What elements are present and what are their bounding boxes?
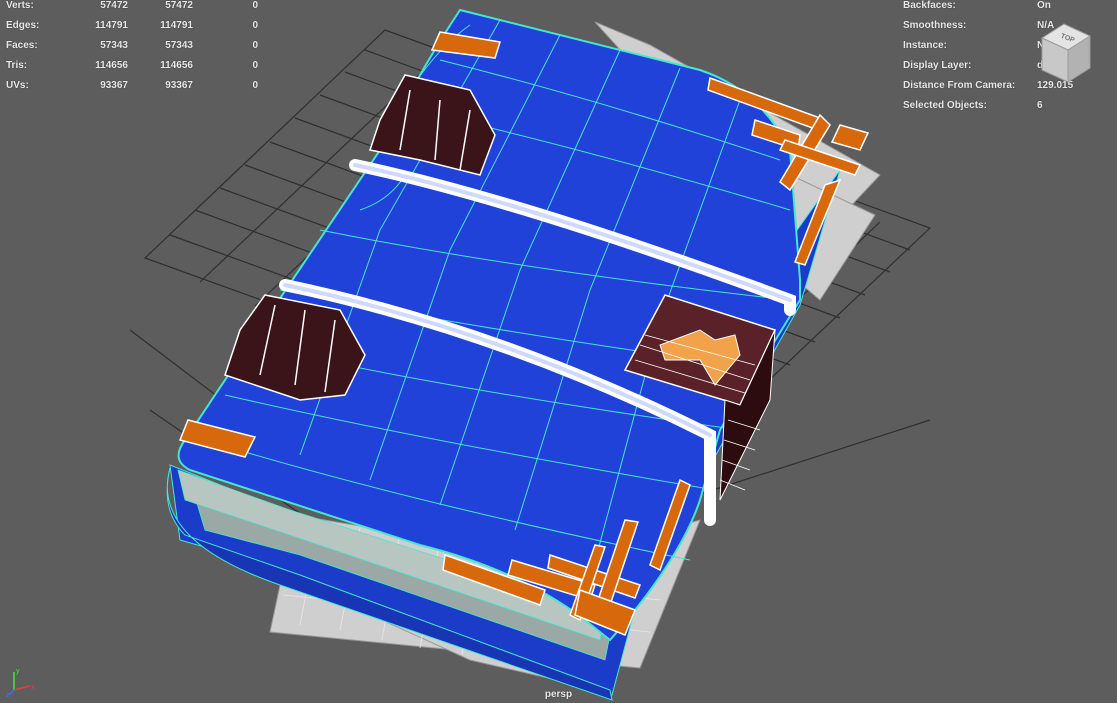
info-label: Selected Objects:: [903, 100, 987, 111]
stat-value: 0: [252, 20, 258, 31]
stat-label: Edges:: [6, 20, 40, 31]
stat-value: 57343: [165, 40, 193, 51]
info-label: Instance:: [903, 40, 947, 51]
info-row-selected: Selected Objects: 6: [903, 96, 1103, 116]
axis-y-label: y: [16, 668, 20, 675]
info-label: Smoothness:: [903, 20, 967, 31]
stat-row-faces: Faces: 57343 57343 0: [6, 36, 266, 56]
stat-label: Faces:: [6, 40, 38, 51]
camera-name-label: persp: [544, 689, 573, 700]
stat-value: 57343: [100, 40, 128, 51]
stat-value: 114791: [160, 20, 193, 31]
viewcube[interactable]: TOP: [1034, 20, 1094, 90]
stat-value: 0: [252, 0, 258, 11]
perspective-viewport[interactable]: Verts: 57472 57472 0 Edges: 114791 11479…: [0, 0, 1117, 703]
info-row-backfaces: Backfaces: On: [903, 0, 1103, 16]
stat-value: 93367: [100, 80, 128, 91]
stat-value: 0: [252, 80, 258, 91]
stat-value: 57472: [165, 0, 193, 11]
stat-label: Tris:: [6, 60, 28, 71]
info-label: Distance From Camera:: [903, 80, 1016, 91]
stat-value: 0: [252, 40, 258, 51]
stat-value: 114791: [95, 20, 128, 31]
stat-value: 114656: [95, 60, 128, 71]
info-label: Display Layer:: [903, 60, 972, 71]
stat-label: UVs:: [6, 80, 29, 91]
stat-value: 57472: [100, 0, 128, 11]
stat-label: Verts:: [6, 0, 34, 11]
stat-row-uvs: UVs: 93367 93367 0: [6, 76, 266, 96]
info-value: On: [1037, 0, 1051, 11]
stat-value: 93367: [165, 80, 193, 91]
stat-row-tris: Tris: 114656 114656 0: [6, 56, 266, 76]
poly-count-hud: Verts: 57472 57472 0 Edges: 114791 11479…: [6, 0, 266, 96]
info-value: 6: [1037, 100, 1043, 111]
stat-value: 114656: [160, 60, 193, 71]
stat-row-verts: Verts: 57472 57472 0: [6, 0, 266, 16]
stat-row-edges: Edges: 114791 114791 0: [6, 16, 266, 36]
stat-value: 0: [252, 60, 258, 71]
info-label: Backfaces:: [903, 0, 956, 11]
